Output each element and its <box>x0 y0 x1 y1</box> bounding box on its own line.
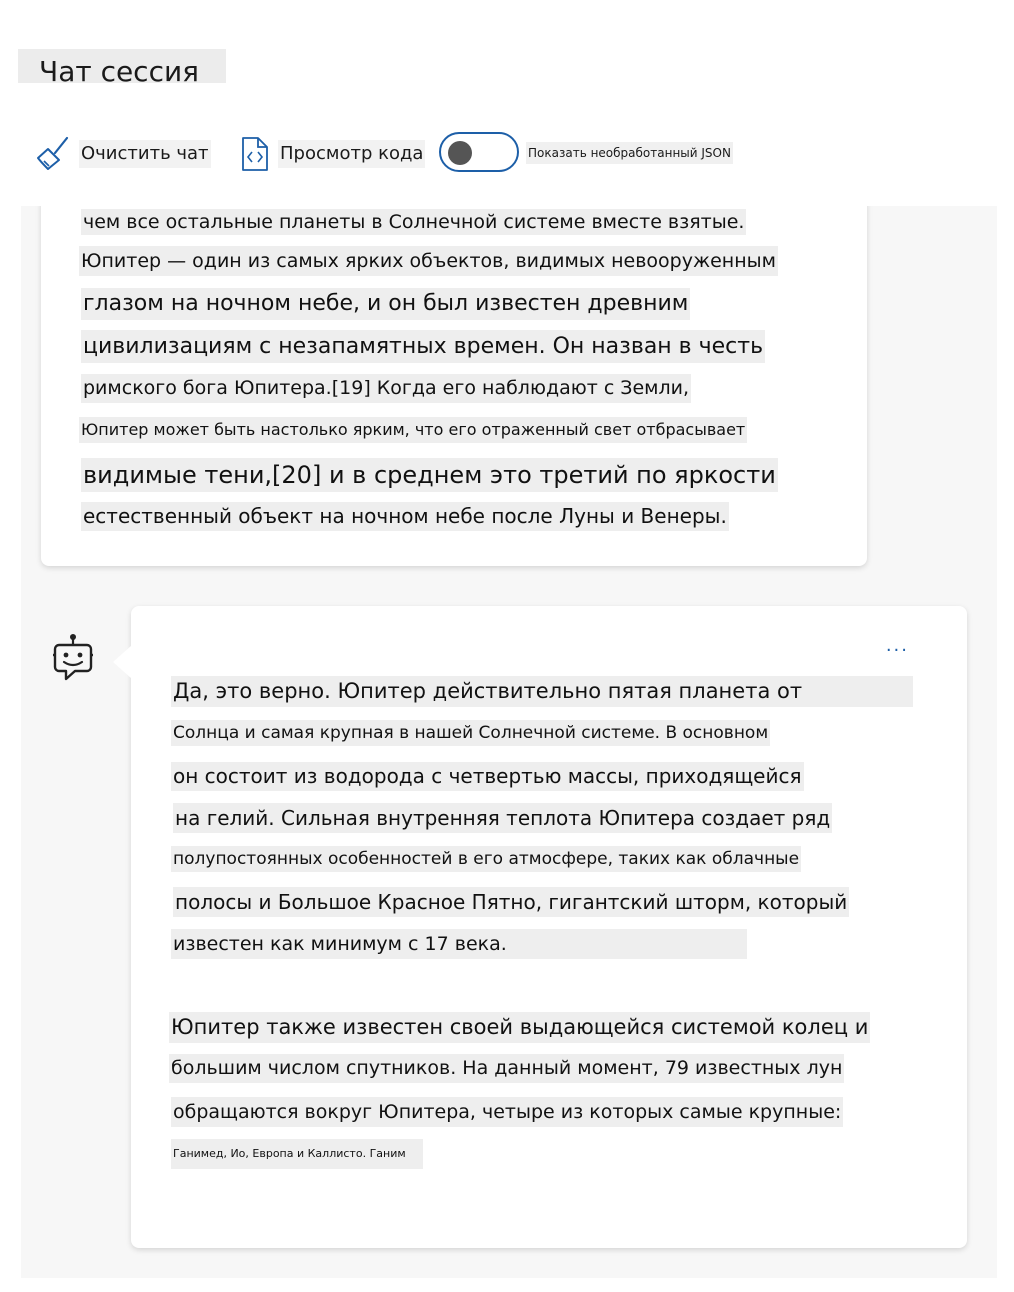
bubble-tail <box>113 646 131 678</box>
message-line: Да, это верно. Юпитер действительно пята… <box>171 676 913 707</box>
message-line: он состоит из водорода с четвертью массы… <box>171 762 804 791</box>
message-line: цивилизациям с незапамятных времен. Он н… <box>81 330 766 363</box>
message-line: глазом на ночном небе, и он был известен… <box>81 288 691 320</box>
code-file-icon <box>239 136 271 172</box>
page-title-container: Чат сессия <box>18 49 226 83</box>
chat-page: Чат сессия Очистить чат Просмотр кода По… <box>0 0 1014 1292</box>
message-line: большим числом спутников. На данный моме… <box>169 1054 845 1083</box>
message-line: чем все остальные планеты в Солнечной си… <box>81 209 747 235</box>
message-line: полосы и Большое Красное Пятно, гигантск… <box>173 887 850 917</box>
broom-icon <box>36 136 72 172</box>
message-line: Юпитер может быть настолько ярким, что е… <box>79 417 748 443</box>
message-line: обращаются вокруг Юпитера, четыре из кот… <box>171 1097 844 1127</box>
clear-chat-label: Очистить чат <box>79 140 211 168</box>
view-code-label: Просмотр кода <box>278 140 426 168</box>
message-line: Юпитер также известен своей выдающейся с… <box>169 1012 871 1043</box>
message-line: полупостоянных особенностей в его атмосф… <box>171 846 802 872</box>
more-options-button[interactable]: ... <box>886 636 909 656</box>
page-title: Чат сессия <box>39 55 200 83</box>
chat-history[interactable]: чем все остальные планеты в Солнечной си… <box>21 206 997 1278</box>
bot-avatar <box>53 633 97 685</box>
message-line: известен как минимум с 17 века. <box>171 929 747 959</box>
view-code-button[interactable]: Просмотр кода <box>239 134 426 174</box>
message-line: Юпитер — один из самых ярких объектов, в… <box>79 246 778 276</box>
message-line: естественный объект на ночном небе после… <box>81 502 729 531</box>
clear-chat-button[interactable]: Очистить чат <box>36 134 211 174</box>
message-line: на гелий. Сильная внутренняя теплота Юпи… <box>173 803 833 833</box>
raw-json-toggle-label: Показать необработанный JSON <box>526 142 733 164</box>
raw-json-toggle[interactable] <box>439 132 519 172</box>
message-line: Солнца и самая крупная в нашей Солнечной… <box>171 720 771 746</box>
toggle-knob <box>448 141 472 165</box>
message-line: Ганимед, Ио, Европа и Каллисто. Ганим <box>171 1139 423 1169</box>
message-line: римского бога Юпитера.[19] Когда его наб… <box>81 374 692 403</box>
robot-icon <box>53 634 93 681</box>
previous-message-bubble: чем все остальные планеты в Солнечной си… <box>41 206 867 566</box>
bot-message-bubble: ... Да, это верно. Юпитер действительно … <box>113 606 967 1248</box>
message-line: видимые тени,[20] и в среднем это третий… <box>81 458 778 492</box>
